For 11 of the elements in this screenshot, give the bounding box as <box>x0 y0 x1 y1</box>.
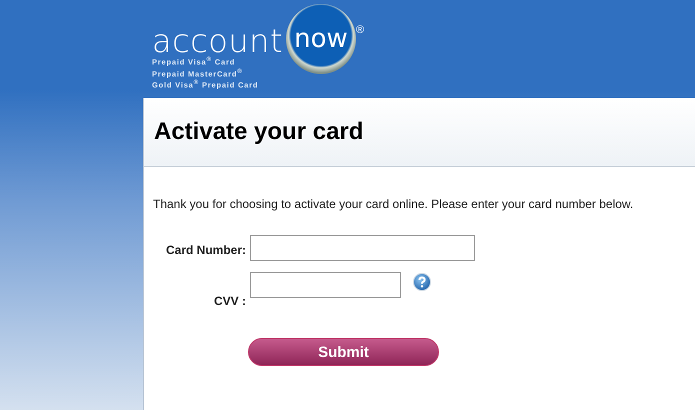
input-field[interactable] <box>250 235 475 261</box>
field-label: CVV : <box>212 294 247 308</box>
help-icon[interactable] <box>413 273 431 291</box>
field-label: Card Number: <box>164 243 247 257</box>
registered-mark: ® <box>356 24 364 36</box>
logo-wordmark: account <box>152 24 283 56</box>
submit-button[interactable]: Submit <box>248 338 439 366</box>
intro-text: Thank you for choosing to activate your card online. Please enter your card number below. <box>153 197 634 211</box>
input-field[interactable] <box>250 272 401 298</box>
logo-circle: now <box>286 4 356 74</box>
page-title: Activate your card <box>154 118 364 146</box>
